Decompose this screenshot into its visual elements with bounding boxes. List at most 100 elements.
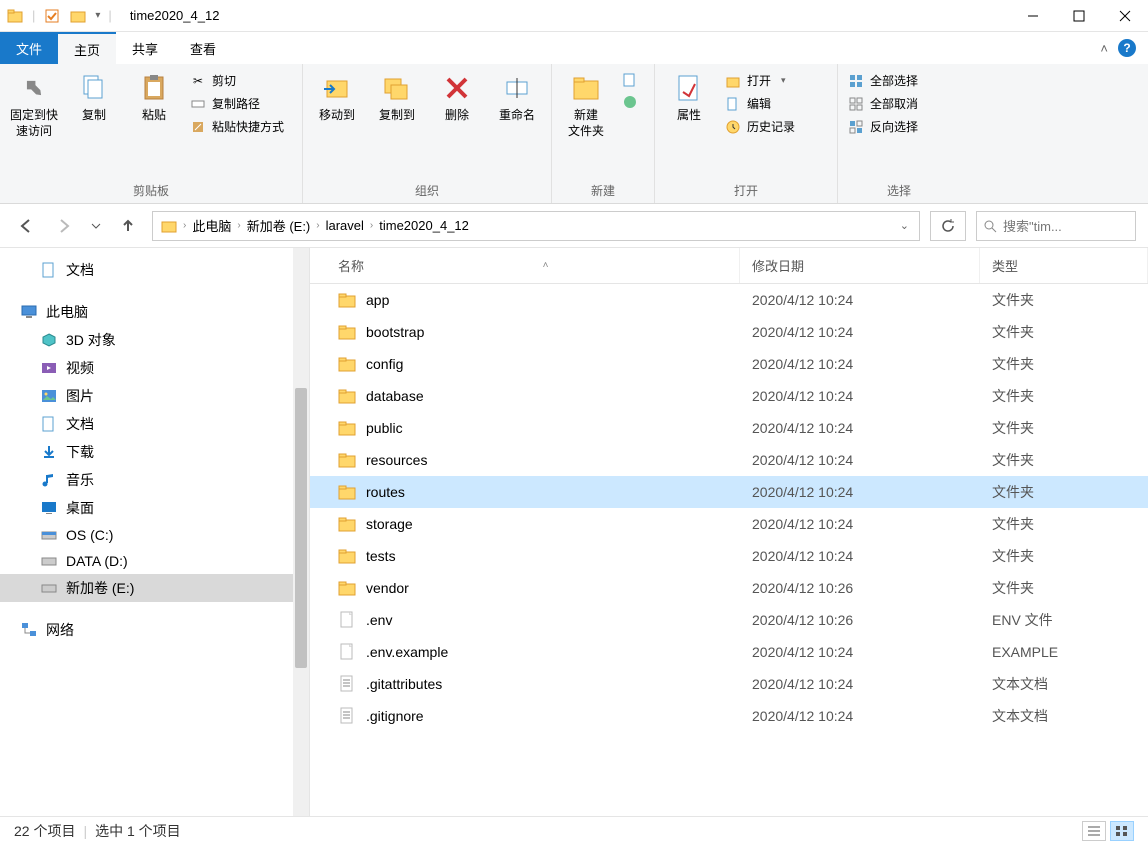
file-row[interactable]: config2020/4/12 10:24文件夹	[310, 348, 1148, 380]
tab-share[interactable]: 共享	[116, 32, 174, 64]
close-button[interactable]	[1102, 0, 1148, 32]
up-button[interactable]	[114, 212, 142, 240]
properties-button[interactable]: 属性	[661, 68, 717, 128]
open-button[interactable]: 打开▾	[721, 70, 831, 91]
address-dropdown-icon[interactable]: ⌄	[894, 219, 915, 232]
tab-home[interactable]: 主页	[58, 32, 116, 64]
new-item-button[interactable]	[618, 70, 648, 90]
tree-scrollbar[interactable]	[293, 248, 309, 816]
file-row[interactable]: .env2020/4/12 10:26ENV 文件	[310, 604, 1148, 636]
file-row[interactable]: bootstrap2020/4/12 10:24文件夹	[310, 316, 1148, 348]
column-name[interactable]: 名称˄	[310, 248, 740, 283]
file-row[interactable]: storage2020/4/12 10:24文件夹	[310, 508, 1148, 540]
recent-dropdown[interactable]	[88, 212, 104, 240]
chevron-right-icon[interactable]: ›	[183, 220, 186, 231]
drive-icon	[40, 552, 58, 570]
navbar: › 此电脑 › 新加卷 (E:) › laravel › time2020_4_…	[0, 204, 1148, 248]
collapse-ribbon-icon[interactable]: ˄	[1100, 41, 1108, 56]
move-to-button[interactable]: 移动到	[309, 68, 365, 128]
file-name: resources	[366, 452, 427, 468]
file-row[interactable]: vendor2020/4/12 10:26文件夹	[310, 572, 1148, 604]
history-button[interactable]: 历史记录	[721, 116, 831, 137]
tree-3d-objects[interactable]: 3D 对象	[0, 326, 309, 354]
tree-network[interactable]: 网络	[0, 616, 309, 644]
minimize-button[interactable]	[1010, 0, 1056, 32]
tab-file[interactable]: 文件	[0, 32, 58, 64]
file-row[interactable]: tests2020/4/12 10:24文件夹	[310, 540, 1148, 572]
file-row[interactable]: database2020/4/12 10:24文件夹	[310, 380, 1148, 412]
tree-this-pc[interactable]: 此电脑	[0, 298, 309, 326]
qat-dropdown-icon[interactable]: ▾	[95, 10, 100, 21]
maximize-button[interactable]	[1056, 0, 1102, 32]
easy-access-button[interactable]	[618, 92, 648, 112]
breadcrumb-item[interactable]: laravel	[322, 218, 368, 233]
breadcrumb-item[interactable]: 此电脑	[188, 216, 235, 235]
file-row[interactable]: resources2020/4/12 10:24文件夹	[310, 444, 1148, 476]
copy-button[interactable]: 复制	[66, 68, 122, 128]
cut-button[interactable]: ✂剪切	[186, 70, 296, 91]
file-list-body[interactable]: app2020/4/12 10:24文件夹bootstrap2020/4/12 …	[310, 284, 1148, 816]
drive-icon	[40, 526, 58, 544]
paste-shortcut-button[interactable]: 粘贴快捷方式	[186, 116, 296, 137]
search-input[interactable]: 搜索"tim...	[976, 211, 1136, 241]
file-row[interactable]: .env.example2020/4/12 10:24EXAMPLE	[310, 636, 1148, 668]
file-date: 2020/4/12 10:24	[740, 292, 980, 308]
view-details-button[interactable]	[1082, 821, 1106, 841]
docs-icon	[40, 415, 58, 433]
address-bar[interactable]: › 此电脑 › 新加卷 (E:) › laravel › time2020_4_…	[152, 211, 920, 241]
view-icons-button[interactable]	[1110, 821, 1134, 841]
invert-selection-button[interactable]: 反向选择	[844, 116, 954, 137]
breadcrumb-item[interactable]: 新加卷 (E:)	[243, 216, 315, 235]
column-date[interactable]: 修改日期	[740, 248, 980, 283]
back-button[interactable]	[12, 212, 40, 240]
file-name: storage	[366, 516, 413, 532]
delete-button[interactable]: 删除	[429, 68, 485, 128]
qat-separator: |	[32, 8, 35, 23]
chevron-right-icon[interactable]: ›	[316, 220, 319, 231]
file-row[interactable]: .gitattributes2020/4/12 10:24文本文档	[310, 668, 1148, 700]
file-row[interactable]: app2020/4/12 10:24文件夹	[310, 284, 1148, 316]
nav-tree[interactable]: 文档 此电脑 3D 对象 视频 图片 文档 下载 音乐 桌面 OS (C:) D…	[0, 248, 310, 816]
file-row[interactable]: public2020/4/12 10:24文件夹	[310, 412, 1148, 444]
tree-drive-c[interactable]: OS (C:)	[0, 522, 309, 548]
folder-small-icon[interactable]	[69, 7, 87, 25]
tab-view[interactable]: 查看	[174, 32, 232, 64]
pin-button[interactable]: 固定到快 速访问	[6, 68, 62, 143]
chevron-right-icon[interactable]: ›	[237, 220, 240, 231]
breadcrumb-item[interactable]: time2020_4_12	[375, 218, 473, 233]
refresh-button[interactable]	[930, 211, 966, 241]
tree-pictures[interactable]: 图片	[0, 382, 309, 410]
rename-button[interactable]: 重命名	[489, 68, 545, 128]
tree-desktop[interactable]: 桌面	[0, 494, 309, 522]
column-type[interactable]: 类型	[980, 248, 1148, 283]
file-type: 文件夹	[980, 546, 1148, 566]
edit-button[interactable]: 编辑	[721, 93, 831, 114]
file-row[interactable]: .gitignore2020/4/12 10:24文本文档	[310, 700, 1148, 732]
copy-to-button[interactable]: 复制到	[369, 68, 425, 128]
select-none-button[interactable]: 全部取消	[844, 93, 954, 114]
copy-path-button[interactable]: 复制路径	[186, 93, 296, 114]
forward-button[interactable]	[50, 212, 78, 240]
file-name: vendor	[366, 580, 409, 596]
paste-button[interactable]: 粘贴	[126, 68, 182, 128]
folder-icon	[338, 419, 356, 437]
help-icon[interactable]: ?	[1118, 39, 1136, 57]
tree-downloads[interactable]: 下载	[0, 438, 309, 466]
ribbon-tabs: 文件 主页 共享 查看 ˄ ?	[0, 32, 1148, 64]
file-row[interactable]: routes2020/4/12 10:24文件夹	[310, 476, 1148, 508]
tree-drive-e[interactable]: 新加卷 (E:)	[0, 574, 309, 602]
tree-drive-d[interactable]: DATA (D:)	[0, 548, 309, 574]
pictures-icon	[40, 387, 58, 405]
tree-music[interactable]: 音乐	[0, 466, 309, 494]
checkbox-icon[interactable]	[43, 7, 61, 25]
chevron-right-icon[interactable]: ›	[370, 220, 373, 231]
select-all-button[interactable]: 全部选择	[844, 70, 954, 91]
file-name: public	[366, 420, 403, 436]
new-folder-button[interactable]: 新建 文件夹	[558, 68, 614, 143]
tree-docs[interactable]: 文档	[0, 410, 309, 438]
folder-icon	[338, 483, 356, 501]
tree-documents[interactable]: 文档	[0, 256, 309, 284]
file-name: .gitignore	[366, 708, 424, 724]
tree-videos[interactable]: 视频	[0, 354, 309, 382]
breadcrumb-root-icon[interactable]	[157, 218, 181, 234]
